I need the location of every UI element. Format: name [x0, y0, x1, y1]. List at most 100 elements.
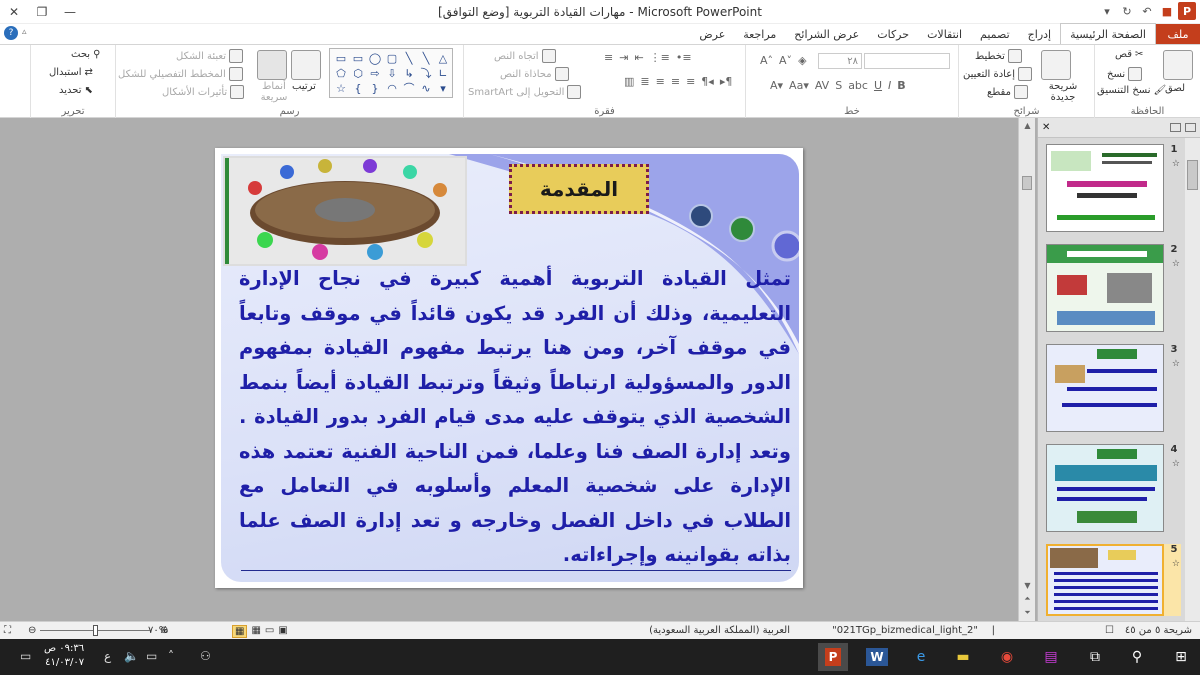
select-button[interactable]: ⬉ تحديد: [59, 85, 93, 96]
replace-button[interactable]: ⇄ استبدال: [49, 67, 93, 78]
thumbnails-scroll-thumb[interactable]: [1187, 160, 1198, 190]
maximize-icon[interactable]: ❐: [28, 0, 56, 24]
text-direction-button[interactable]: اتجاه النص: [494, 49, 556, 63]
people-icon[interactable]: ⚇: [200, 649, 211, 663]
arrow-down-shape-icon[interactable]: ⇩: [385, 66, 399, 80]
quick-styles-button[interactable]: أنماط سريعة: [254, 81, 294, 103]
shape-outline-button[interactable]: المخطط التفصيلي للشكل: [118, 67, 243, 81]
underline-icon[interactable]: U: [874, 79, 882, 92]
spellcheck-icon[interactable]: ☐: [1105, 625, 1114, 636]
shapes-gallery[interactable]: ▭ ▭ ◯ ▢ ╲ ╲ △ ⬠ ⬡ ⇨ ⇩ ↳ ⤵ ∟ ☆{} ◠ ⌒ ∿ ▾: [329, 48, 453, 98]
close-panel-icon[interactable]: ✕: [1042, 122, 1050, 133]
elbow-shape-icon[interactable]: ↳: [402, 66, 416, 80]
align-center-icon[interactable]: ≡: [671, 75, 680, 88]
tray-chevron-icon[interactable]: ˄: [168, 649, 174, 663]
new-slide-icon[interactable]: [1041, 50, 1071, 80]
next-slide-icon[interactable]: ⏷: [1019, 606, 1036, 620]
section-button[interactable]: مقطع: [987, 85, 1028, 99]
italic-icon[interactable]: I: [888, 79, 891, 92]
clear-format-icon[interactable]: ◈: [798, 54, 806, 67]
customize-qat-icon[interactable]: ▾: [1098, 2, 1116, 20]
slide-thumbnail[interactable]: 3 ☆: [1046, 344, 1181, 434]
align-left-icon[interactable]: ≡: [686, 75, 695, 88]
strikethrough-icon[interactable]: abc: [848, 79, 868, 92]
save-icon[interactable]: ■: [1158, 2, 1176, 20]
arrange-button[interactable]: ترتيب: [292, 81, 316, 92]
meeting-table-image[interactable]: [223, 156, 467, 266]
ltr-icon[interactable]: ▸¶: [720, 75, 733, 88]
columns-icon[interactable]: ▥: [624, 75, 634, 88]
slide-sorter-icon[interactable]: ▦: [251, 625, 260, 638]
start-windows-icon[interactable]: ⊞: [1166, 643, 1196, 671]
connector-shape-icon[interactable]: ⤵: [419, 66, 433, 80]
font-size-combo[interactable]: ٢٨: [818, 53, 862, 69]
align-text-button[interactable]: محاذاة النص: [500, 67, 569, 81]
scroll-down-icon[interactable]: ▼: [1019, 578, 1036, 592]
line-spacing-icon[interactable]: ≡: [604, 51, 613, 64]
zoom-slider-knob[interactable]: [93, 625, 98, 636]
pentagon-shape-icon[interactable]: ⬠: [334, 66, 348, 80]
minimize-icon[interactable]: —: [56, 0, 84, 24]
tab-insert[interactable]: إدراج: [1019, 24, 1060, 44]
layout-button[interactable]: تخطيط: [975, 49, 1022, 63]
slide-thumbnail[interactable]: 2 ☆: [1046, 244, 1181, 334]
reading-view-icon[interactable]: ▭: [265, 625, 274, 638]
close-icon[interactable]: ✕: [0, 0, 28, 24]
paste-icon[interactable]: [1163, 50, 1193, 80]
slide-thumbnail[interactable]: 1 ☆: [1046, 144, 1181, 234]
arrow-right-shape-icon[interactable]: ⇨: [368, 66, 382, 80]
system-clock[interactable]: ٠٩:٣٦ ص ٤١/٠٣/٠٧: [44, 642, 84, 670]
l-shape-icon[interactable]: ∟: [436, 66, 450, 80]
task-view-icon[interactable]: ⧉: [1080, 643, 1110, 671]
scrollbar-thumb[interactable]: [1022, 176, 1032, 190]
justify-icon[interactable]: ≣: [640, 75, 649, 88]
tab-transitions[interactable]: انتقالات: [918, 24, 971, 44]
reset-button[interactable]: إعادة التعيين: [963, 67, 1032, 81]
font-color-icon[interactable]: A▾: [770, 79, 783, 92]
shape-fill-button[interactable]: تعبئة الشكل: [176, 49, 244, 63]
redo-icon[interactable]: ↻: [1118, 2, 1136, 20]
slide-canvas[interactable]: المقدمة تمثل القيادة التربوية أهمية كبير…: [215, 148, 803, 588]
shadow-icon[interactable]: S: [835, 79, 842, 92]
tab-home[interactable]: الصفحة الرئيسية: [1060, 23, 1156, 44]
new-slide-button[interactable]: شريحة جديدة: [1039, 81, 1087, 103]
align-right-icon[interactable]: ≡: [656, 75, 665, 88]
tab-file[interactable]: ملف: [1156, 24, 1200, 44]
freeform-shape-icon[interactable]: ∿: [419, 81, 433, 95]
undo-icon[interactable]: ↶: [1138, 2, 1156, 20]
quick-styles-icon[interactable]: [257, 50, 287, 80]
line-shape-icon[interactable]: ╲: [402, 51, 416, 65]
tab-slideshow[interactable]: عرض الشرائح: [785, 24, 868, 44]
bullet-list-icon[interactable]: •≡: [676, 51, 692, 64]
grow-font-icon[interactable]: A˄: [760, 54, 773, 67]
taskbar-app-icon[interactable]: ▤: [1036, 643, 1066, 671]
taskbar-word-icon[interactable]: W: [862, 643, 892, 671]
rtl-icon[interactable]: ¶◂: [701, 75, 714, 88]
prev-slide-icon[interactable]: ⏶: [1019, 592, 1036, 606]
keyboard-language[interactable]: ع: [104, 649, 111, 663]
curve-shape-icon[interactable]: ◠: [385, 81, 399, 95]
thumbnails-scrollbar[interactable]: [1185, 138, 1200, 621]
numbered-list-icon[interactable]: ⋮≡: [650, 51, 670, 64]
bold-icon[interactable]: B: [897, 79, 905, 92]
search-icon[interactable]: ⚲: [1122, 643, 1152, 671]
tab-review[interactable]: مراجعة: [734, 24, 785, 44]
tab-design[interactable]: تصميم: [971, 24, 1019, 44]
taskbar-edge-icon[interactable]: e: [906, 643, 936, 671]
zoom-in-icon[interactable]: ⊕: [160, 625, 168, 636]
taskbar-chrome-icon[interactable]: ◉: [992, 643, 1022, 671]
arrange-icon[interactable]: [291, 50, 321, 80]
shape-effects-button[interactable]: تأثيرات الأشكال: [162, 85, 245, 99]
brace-right-shape-icon[interactable]: }: [368, 81, 382, 95]
help-icon[interactable]: ?: [4, 26, 18, 40]
block-shape-icon[interactable]: ⬡: [351, 66, 365, 80]
slideshow-view-icon[interactable]: ▣: [278, 625, 287, 638]
case-icon[interactable]: Aa▾: [789, 79, 809, 92]
triangle-shape-icon[interactable]: △: [436, 51, 450, 65]
taskbar-powerpoint-icon[interactable]: P: [818, 643, 848, 671]
find-button[interactable]: ⚲ بحث: [71, 49, 100, 60]
powerpoint-logo-icon[interactable]: P: [1178, 2, 1196, 20]
notification-icon[interactable]: ▭: [20, 649, 31, 663]
language-status[interactable]: العربية (المملكة العربية السعودية): [649, 625, 790, 636]
oval-shape-icon[interactable]: ◯: [368, 51, 382, 65]
